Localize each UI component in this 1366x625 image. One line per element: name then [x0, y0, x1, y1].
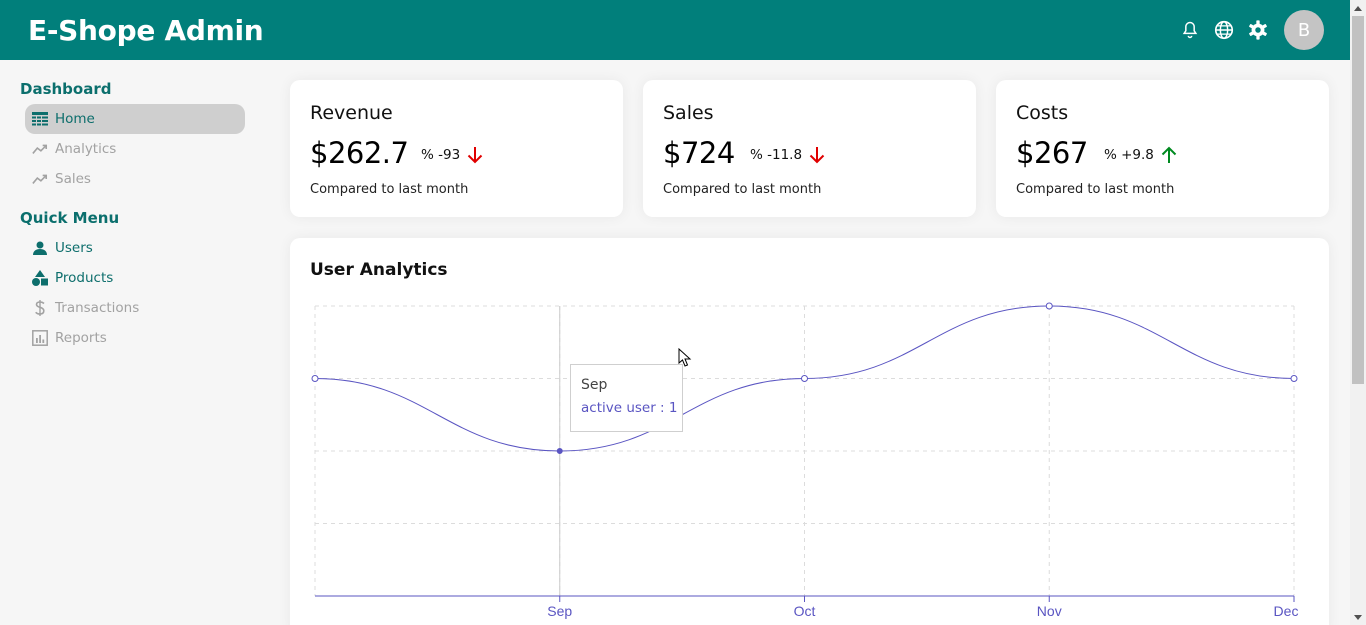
revenue-card: Revenue $262.7 % -93 Compared to last mo… [290, 80, 623, 217]
data-point [556, 448, 563, 454]
sidebar-item-transactions[interactable]: Transactions [25, 293, 245, 323]
chart-tooltip: Sep active user : 1 [570, 364, 683, 432]
card-rate-text: % -93 [421, 147, 461, 163]
card-rate: % -93 [421, 146, 483, 164]
card-value: $724 [663, 136, 735, 170]
sidebar-item-users[interactable]: Users [25, 233, 245, 263]
costs-card: Costs $267 % +9.8 Compared to last month [996, 80, 1329, 217]
page-scrollbar[interactable] [1350, 0, 1366, 625]
sidebar-item-label: Reports [55, 330, 107, 346]
card-title: Sales [663, 102, 714, 124]
card-title: Costs [1016, 102, 1069, 124]
sidebar-item-reports[interactable]: Reports [25, 323, 245, 353]
main-content: Revenue $262.7 % -93 Compared to last mo… [270, 60, 1350, 625]
sidebar-section-quick-menu: Quick Menu [20, 209, 120, 227]
card-rate-text: % -11.8 [750, 147, 803, 163]
sidebar-item-home[interactable]: Home [25, 104, 245, 134]
gear-icon[interactable] [1246, 18, 1270, 42]
sales-card: Sales $724 % -11.8 Compared to last mont… [643, 80, 976, 217]
x-tick-label: Dec [1274, 603, 1299, 619]
top-bar: E-Shope Admin B [0, 0, 1350, 60]
scroll-up-arrow-icon[interactable] [1350, 0, 1366, 16]
sidebar-item-products[interactable]: Products [25, 263, 245, 293]
sidebar-item-label: Sales [55, 171, 91, 187]
card-rate: % +9.8 [1104, 146, 1177, 164]
card-value: $262.7 [310, 136, 409, 170]
arrow-down-icon [467, 147, 483, 164]
x-tick-label: Sep [547, 603, 572, 619]
trend-icon [32, 141, 48, 157]
sidebar-item-label: Transactions [55, 300, 140, 316]
card-subtitle: Compared to last month [663, 182, 822, 197]
arrow-up-icon [1161, 146, 1177, 163]
sidebar-section-dashboard: Dashboard [20, 80, 112, 98]
sidebar-item-label: Products [55, 270, 114, 286]
bell-icon[interactable] [1178, 18, 1202, 42]
globe-icon[interactable] [1212, 18, 1236, 42]
table-icon [32, 111, 48, 127]
app-title: E-Shope Admin [28, 13, 264, 47]
card-value: $267 [1016, 136, 1088, 170]
trend-icon [32, 171, 48, 187]
card-rate-text: % +9.8 [1104, 147, 1154, 163]
card-subtitle: Compared to last month [1016, 182, 1175, 197]
top-icons: B [1168, 10, 1324, 50]
card-subtitle: Compared to last month [310, 182, 469, 197]
data-point [1290, 375, 1298, 382]
data-point [1045, 302, 1053, 310]
card-title: Revenue [310, 102, 393, 124]
data-point [311, 375, 319, 382]
arrow-down-icon [809, 147, 825, 164]
shapes-icon [32, 270, 48, 286]
avatar[interactable]: B [1284, 10, 1324, 50]
user-analytics-card: User Analytics Sep Oct Nov Dec Sep active u… [290, 238, 1329, 625]
user-analytics-chart[interactable]: Sep Oct Nov Dec [290, 238, 1329, 625]
sidebar-item-analytics[interactable]: Analytics [25, 134, 245, 164]
sidebar-item-label: Home [55, 111, 95, 127]
scrollbar-thumb[interactable] [1352, 16, 1364, 384]
tooltip-label: Sep [581, 377, 608, 393]
bar-chart-icon [32, 330, 48, 346]
x-tick-label: Oct [794, 603, 816, 619]
data-point [801, 375, 808, 382]
x-tick-label: Nov [1037, 603, 1062, 619]
sidebar: Dashboard Home Analytics Sales Quick Men… [0, 60, 270, 625]
sidebar-item-sales[interactable]: Sales [25, 164, 245, 194]
dollar-icon [32, 300, 48, 316]
tooltip-value: active user : 1 [581, 400, 678, 416]
sidebar-item-label: Analytics [55, 141, 117, 157]
scroll-down-arrow-icon[interactable] [1350, 609, 1366, 625]
sidebar-item-label: Users [55, 240, 93, 256]
mouse-cursor-icon [678, 348, 692, 367]
card-rate: % -11.8 [750, 146, 825, 164]
person-icon [32, 240, 48, 256]
